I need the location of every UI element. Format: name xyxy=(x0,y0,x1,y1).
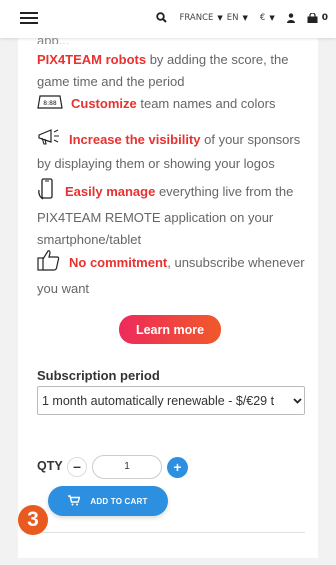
cart-icon xyxy=(68,494,81,508)
quantity-label: QTY xyxy=(37,459,63,473)
subscription-period-select[interactable]: 1 month automatically renewable - $/€29 … xyxy=(37,386,305,415)
step-number-badge: 3 xyxy=(18,505,48,535)
smartphone-hand-icon xyxy=(37,178,57,207)
thumbs-up-icon xyxy=(37,249,61,278)
chevron-down-icon xyxy=(290,397,304,404)
quantity-increase-button[interactable]: + xyxy=(167,457,188,478)
chevron-down-icon: ▼ xyxy=(242,13,248,22)
scoreboard-icon: 8:88 xyxy=(37,94,63,116)
subscription-period-label: Subscription period xyxy=(37,368,160,383)
shopping-bag-icon[interactable] xyxy=(307,12,318,23)
feature-manage: Easily manage everything live from the P… xyxy=(37,178,312,251)
feature-no-commitment: No commitment, unsubscribe whenever you … xyxy=(37,249,312,300)
subscription-selected-value: 1 month automatically renewable - $/€29 … xyxy=(42,393,275,408)
hamburger-menu-icon[interactable] xyxy=(20,12,38,24)
cart-count-badge: 0 xyxy=(321,12,328,23)
section-divider xyxy=(37,532,305,533)
intro-highlight: PIX4TEAM robots xyxy=(37,52,147,67)
country-selector[interactable]: FRANCE xyxy=(179,13,213,23)
feature-customize: 8:88 Customize team names and colors xyxy=(37,93,307,116)
quantity-decrease-button[interactable]: – xyxy=(67,457,87,477)
search-icon[interactable] xyxy=(156,12,168,23)
intro-paragraph: PIX4TEAM robots by adding the score, the… xyxy=(37,52,289,89)
product-card: app... PIX4TEAM robots by adding the sco… xyxy=(18,33,318,558)
chevron-down-icon: ▼ xyxy=(269,13,275,22)
add-to-cart-label: ADD TO CART xyxy=(90,496,148,506)
svg-text:8:88: 8:88 xyxy=(43,100,57,107)
language-selector[interactable]: EN xyxy=(227,13,239,23)
megaphone-icon xyxy=(37,128,61,153)
feature-visibility: Increase the visibility of your sponsors… xyxy=(37,128,312,175)
quantity-input[interactable]: 1 xyxy=(92,455,162,479)
currency-selector[interactable]: € xyxy=(260,13,265,23)
learn-more-button[interactable]: Learn more xyxy=(119,315,221,344)
user-icon[interactable] xyxy=(286,12,295,23)
chevron-down-icon: ▼ xyxy=(217,13,223,22)
navbar-right-group: FRANCE ▼ EN ▼ € ▼ 0 xyxy=(156,12,328,23)
add-to-cart-button[interactable]: ADD TO CART xyxy=(48,486,168,516)
top-navbar: FRANCE ▼ EN ▼ € ▼ 0 xyxy=(0,0,336,38)
